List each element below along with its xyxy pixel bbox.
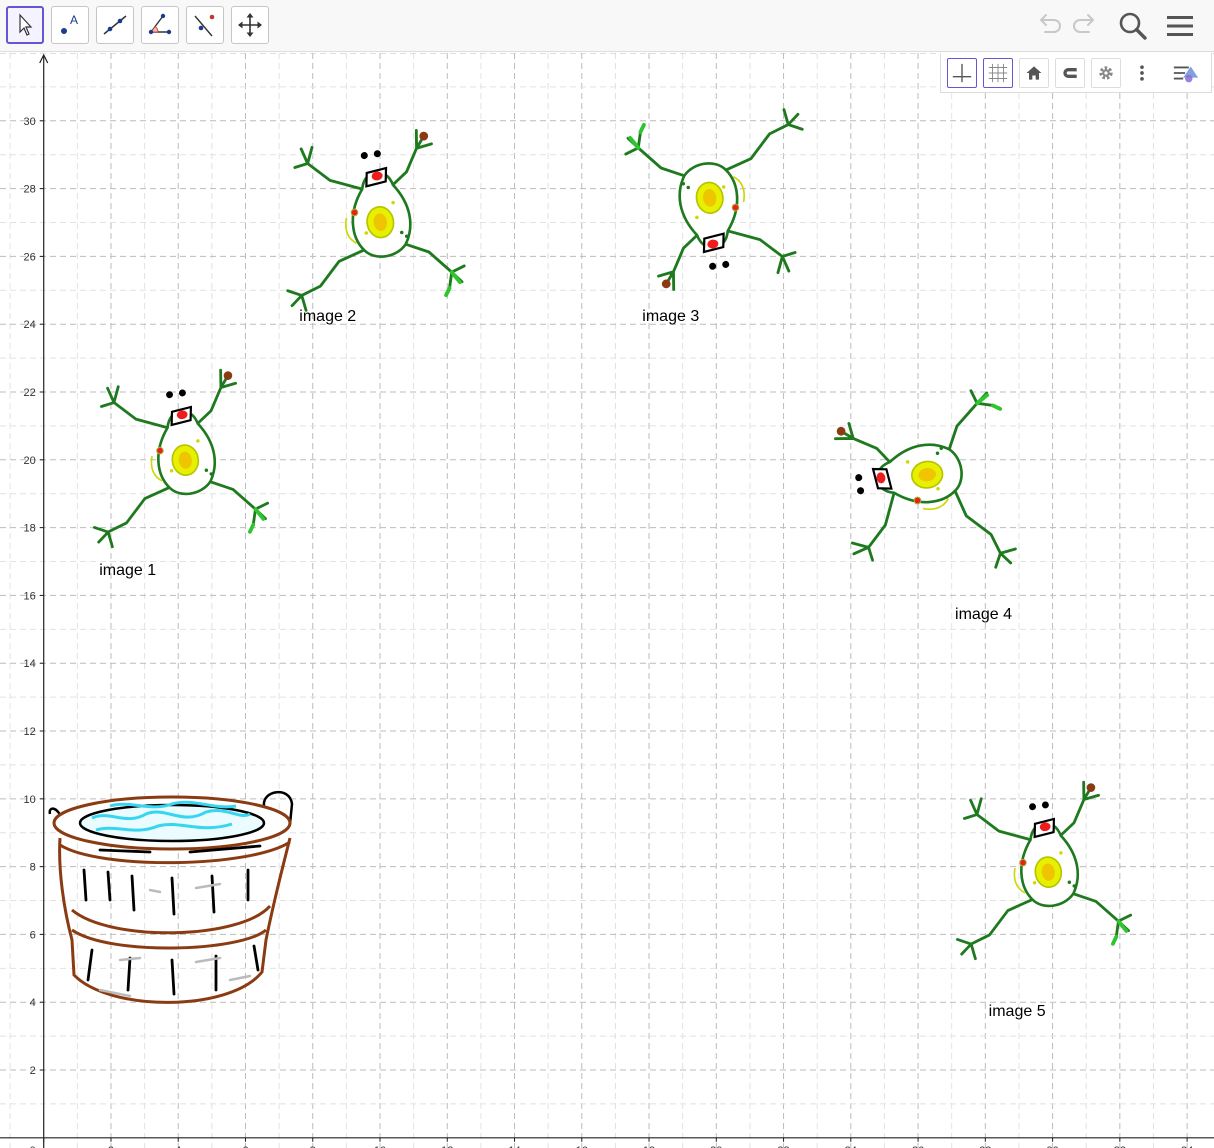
arrow-pointer-icon — [19, 13, 33, 36]
y-tick-label: 10 — [23, 794, 35, 806]
point-with-label-icon: A — [61, 13, 78, 34]
y-tick-label: 8 — [30, 862, 36, 874]
svg-text:A: A — [70, 13, 78, 27]
axes — [0, 53, 1214, 1148]
style-bar-toggle-icon — [1173, 66, 1199, 83]
grid — [0, 53, 1214, 1148]
move-tool-button[interactable] — [6, 6, 44, 44]
search-button[interactable] — [1117, 10, 1149, 42]
image-labels: image 1 image 2 image 3 image 4 image 5 — [99, 308, 1046, 1020]
y-tick-label: 6 — [30, 929, 36, 941]
line-through-points-icon — [103, 15, 127, 35]
point-capturing-button[interactable] — [1055, 58, 1085, 88]
redo-icon — [1073, 14, 1094, 33]
y-tick-label: 20 — [23, 455, 35, 467]
line-tool-button[interactable] — [96, 6, 134, 44]
standard-view-button[interactable] — [1019, 58, 1049, 88]
search-icon — [1119, 12, 1147, 40]
image-label: image 5 — [989, 1003, 1046, 1020]
graphics-view[interactable]: 0246810121416182022242628303234246810121… — [0, 53, 1214, 1148]
perpendicular-line-icon — [194, 14, 215, 37]
more-vertical-icon — [1140, 65, 1144, 81]
toolbar: A — [0, 0, 1214, 52]
y-tick-label: 4 — [30, 997, 36, 1009]
image-label: image 4 — [955, 606, 1012, 623]
grid-toggle-button[interactable] — [983, 58, 1013, 88]
more-options-button[interactable] — [1127, 58, 1157, 88]
axes-toggle-icon — [952, 63, 972, 83]
angle-tool-button[interactable] — [141, 6, 179, 44]
four-arrows-icon — [238, 13, 262, 37]
main-menu-button[interactable] — [1164, 10, 1196, 42]
image-label: image 1 — [99, 562, 156, 579]
frog-image-2[interactable] — [266, 124, 470, 319]
frog-image-3[interactable] — [620, 101, 824, 296]
image-label: image 3 — [642, 308, 699, 325]
y-tick-label: 24 — [23, 319, 35, 331]
y-tick-label: 28 — [23, 184, 35, 196]
settings-button[interactable] — [1091, 58, 1121, 88]
home-icon — [1026, 66, 1042, 80]
menu-icon — [1167, 16, 1193, 36]
grid-toggle-icon — [988, 63, 1008, 83]
point-tool-button[interactable]: A — [51, 6, 89, 44]
gear-icon — [1099, 66, 1113, 80]
axes-toggle-button[interactable] — [947, 58, 977, 88]
image-label: image 2 — [299, 308, 356, 325]
frog-image-5[interactable] — [936, 776, 1137, 967]
magnet-icon — [1063, 68, 1077, 78]
y-tick-label: 12 — [23, 726, 35, 738]
y-tick-label: 26 — [23, 251, 35, 263]
y-tick-label: 30 — [23, 116, 35, 128]
y-tick-label: 2 — [30, 1065, 36, 1077]
style-bar-toggle-button[interactable] — [1171, 58, 1201, 88]
frog-image-4[interactable] — [829, 385, 1024, 589]
y-tick-label: 16 — [23, 590, 35, 602]
y-tick-label: 14 — [23, 658, 35, 670]
graphics-style-bar — [940, 53, 1212, 93]
y-tick-label: 22 — [23, 387, 35, 399]
angle-icon — [148, 13, 172, 35]
move-view-tool-button[interactable] — [231, 6, 269, 44]
redo-button[interactable] — [1070, 10, 1102, 42]
perpendicular-tool-button[interactable] — [186, 6, 224, 44]
undo-button[interactable] — [1032, 10, 1064, 42]
wash-tub-drawing — [48, 791, 294, 1004]
undo-icon — [1040, 14, 1061, 33]
axis-tick-labels: 0246810121416182022242628303234246810121… — [23, 116, 1193, 1148]
y-tick-label: 18 — [23, 523, 35, 535]
